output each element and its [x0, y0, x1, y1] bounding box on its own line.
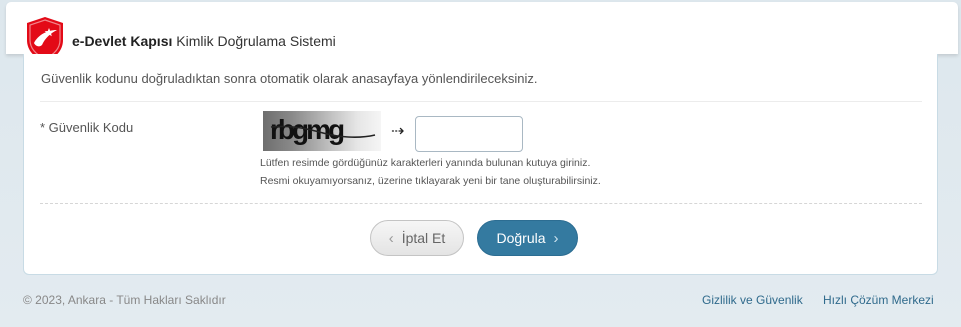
verify-button-label: Doğrula: [496, 230, 546, 246]
footer-copyright: © 2023, Ankara - Tüm Hakları Saklıdır: [23, 293, 226, 307]
chevron-left-icon: ‹: [388, 229, 394, 247]
captcha-hint-line-2: Resmi okuyamıyorsanız, üzerine tıklayara…: [260, 175, 601, 187]
divider: [40, 101, 922, 102]
captcha-image[interactable]: rbgmg: [263, 111, 381, 151]
cancel-button-label: İptal Et: [401, 230, 446, 246]
cancel-button[interactable]: ‹ İptal Et: [370, 220, 464, 256]
security-code-label: * Güvenlik Kodu: [40, 120, 134, 135]
chevron-right-icon: ›: [553, 229, 559, 247]
security-code-input[interactable]: [415, 116, 523, 152]
header-subtitle: Kimlik Doğrulama Sistemi: [172, 33, 336, 49]
header-brand: e-Devlet Kapısı: [72, 33, 173, 49]
verification-panel: Güvenlik kodunu doğruladıktan sonra otom…: [23, 54, 938, 275]
arrow-right-icon: ⇢: [391, 123, 405, 140]
help-center-link[interactable]: Hızlı Çözüm Merkezi: [823, 293, 934, 307]
header-title: e-Devlet Kapısı Kimlik Doğrulama Sistemi: [72, 33, 336, 49]
verify-button[interactable]: Doğrula ›: [477, 220, 578, 256]
privacy-link[interactable]: Gizlilik ve Güvenlik: [702, 293, 803, 307]
header-bar: e-Devlet Kapısı Kimlik Doğrulama Sistemi: [6, 2, 958, 62]
captcha-graphic: rbgmg: [270, 114, 376, 145]
captcha-hint-line-1: Lütfen resimde gördüğünüz karakterleri y…: [260, 157, 591, 169]
info-text: Güvenlik kodunu doğruladıktan sonra otom…: [41, 71, 538, 86]
dashed-divider: [40, 203, 922, 204]
